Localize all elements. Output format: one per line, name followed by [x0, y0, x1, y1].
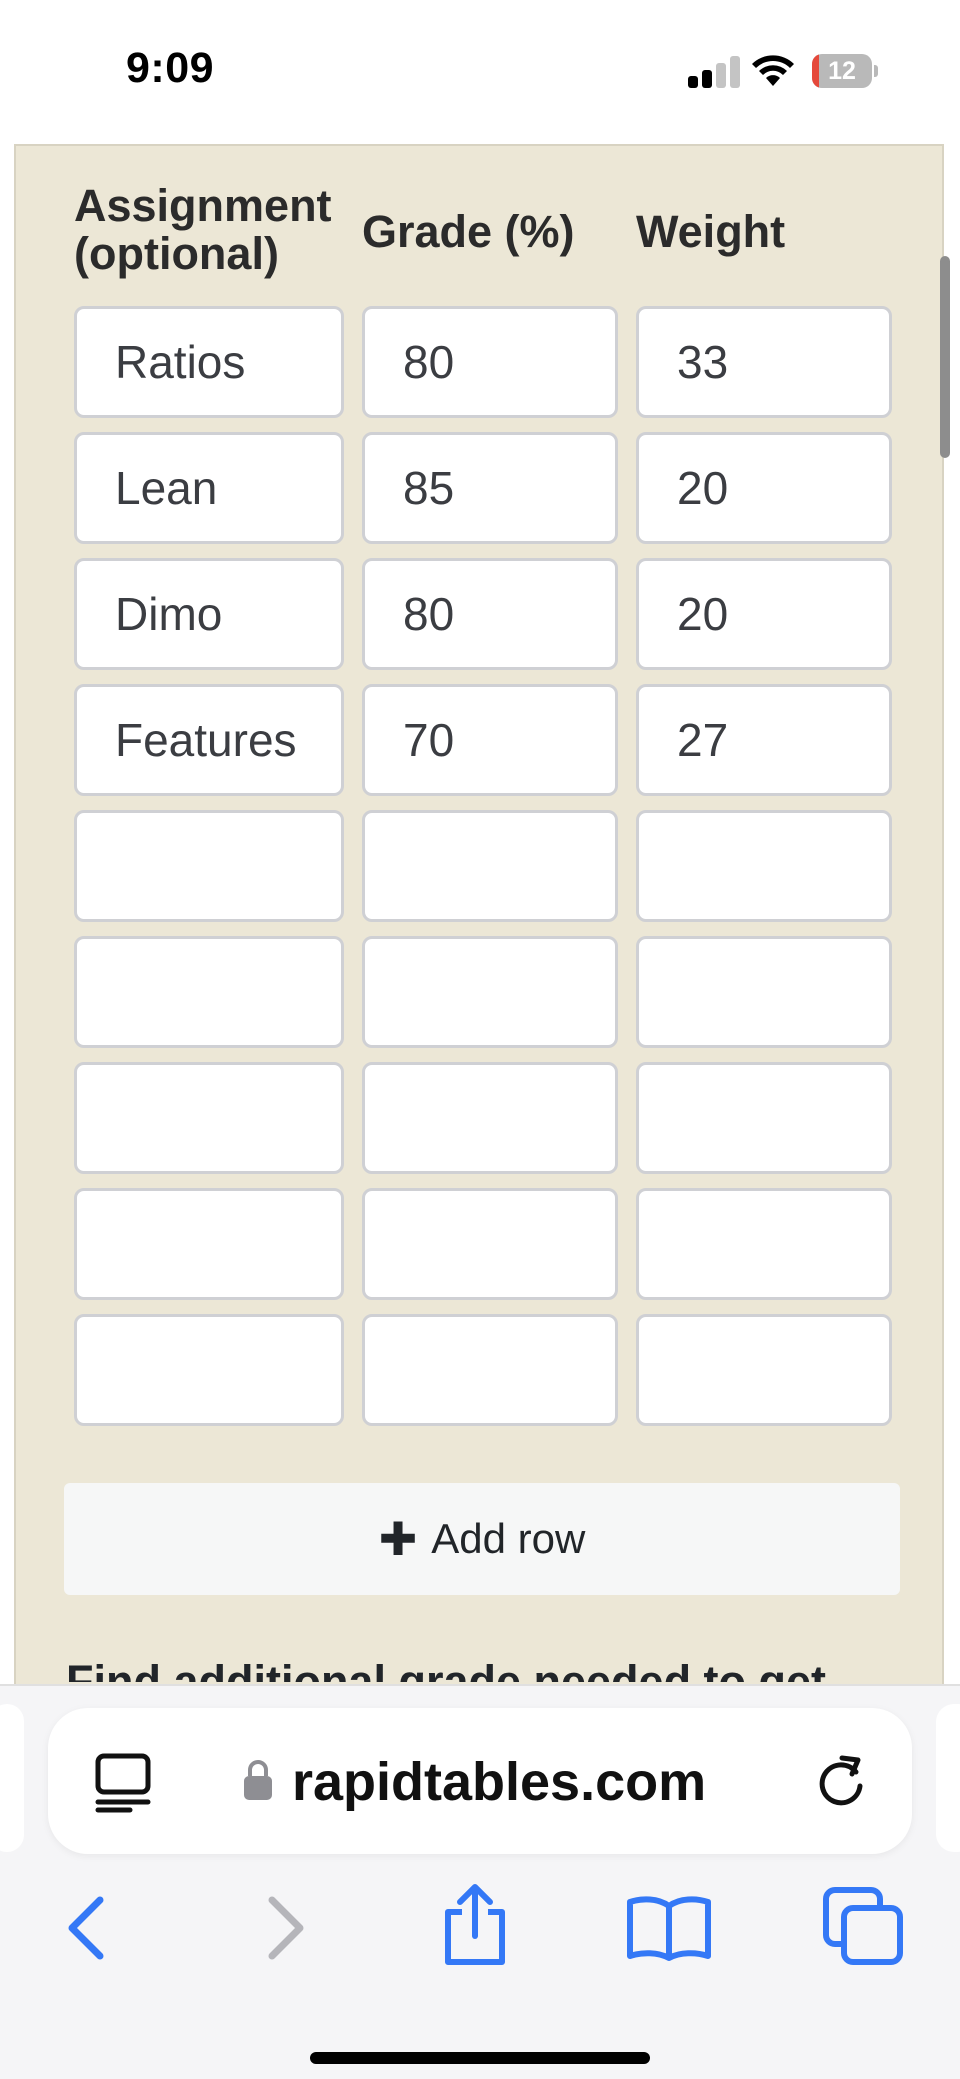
- grade-input[interactable]: 85: [362, 432, 618, 544]
- weight-input[interactable]: 20: [636, 432, 892, 544]
- assignment-input[interactable]: [74, 936, 344, 1048]
- home-indicator[interactable]: [310, 2052, 650, 2064]
- battery-icon: 12: [812, 54, 878, 88]
- previous-tab-peek[interactable]: [0, 1704, 24, 1852]
- assignment-input[interactable]: Lean: [74, 432, 344, 544]
- assignment-input[interactable]: [74, 810, 344, 922]
- grade-input[interactable]: 80: [362, 558, 618, 670]
- next-tab-peek[interactable]: [936, 1704, 960, 1852]
- weight-input[interactable]: 33: [636, 306, 892, 418]
- add-row-button[interactable]: ✚ Add row: [64, 1483, 900, 1595]
- status-time: 9:09: [126, 44, 215, 92]
- cellular-signal-icon: [688, 56, 740, 88]
- weight-input[interactable]: 20: [636, 558, 892, 670]
- add-row-label: Add row: [431, 1515, 586, 1562]
- grade-input[interactable]: [362, 936, 618, 1048]
- weight-input[interactable]: 27: [636, 684, 892, 796]
- assignment-input[interactable]: Dimo: [74, 558, 344, 670]
- battery-level: 12: [828, 57, 856, 85]
- back-icon[interactable]: [64, 1896, 108, 1960]
- grade-calculator-panel: Assignment (optional) Grade (%) Weight R…: [14, 144, 944, 1684]
- grade-input[interactable]: [362, 1062, 618, 1174]
- status-bar: 9:09 12: [0, 0, 960, 140]
- reload-icon[interactable]: [812, 1750, 870, 1812]
- forward-icon[interactable]: [264, 1896, 308, 1960]
- grade-input[interactable]: 70: [362, 684, 618, 796]
- header-weight: Weight: [636, 206, 786, 257]
- header-assignment: Assignment (optional): [74, 180, 332, 279]
- grade-input[interactable]: [362, 1188, 618, 1300]
- weight-input[interactable]: [636, 810, 892, 922]
- url-text[interactable]: rapidtables.com: [292, 1750, 706, 1814]
- scrollbar[interactable]: [940, 256, 950, 458]
- grade-input[interactable]: [362, 810, 618, 922]
- plus-icon: ✚: [378, 1513, 418, 1565]
- weight-input[interactable]: [636, 1188, 892, 1300]
- assignment-input[interactable]: Features: [74, 684, 344, 796]
- reader-mode-icon[interactable]: [94, 1752, 152, 1814]
- bookmarks-icon[interactable]: [626, 1892, 712, 1962]
- assignment-input[interactable]: [74, 1188, 344, 1300]
- assignment-input[interactable]: [74, 1314, 344, 1426]
- share-icon[interactable]: [440, 1882, 510, 1968]
- assignment-input[interactable]: Ratios: [74, 306, 344, 418]
- grade-input[interactable]: 80: [362, 306, 618, 418]
- tabs-icon[interactable]: [822, 1886, 904, 1966]
- wifi-icon: [752, 55, 794, 86]
- weight-input[interactable]: [636, 936, 892, 1048]
- weight-input[interactable]: [636, 1314, 892, 1426]
- grade-input[interactable]: [362, 1314, 618, 1426]
- assignment-input[interactable]: [74, 1062, 344, 1174]
- header-grade: Grade (%): [362, 206, 575, 257]
- weight-input[interactable]: [636, 1062, 892, 1174]
- find-grade-heading: Find additional grade needed to get: [66, 1656, 827, 1682]
- lock-icon: [244, 1760, 272, 1800]
